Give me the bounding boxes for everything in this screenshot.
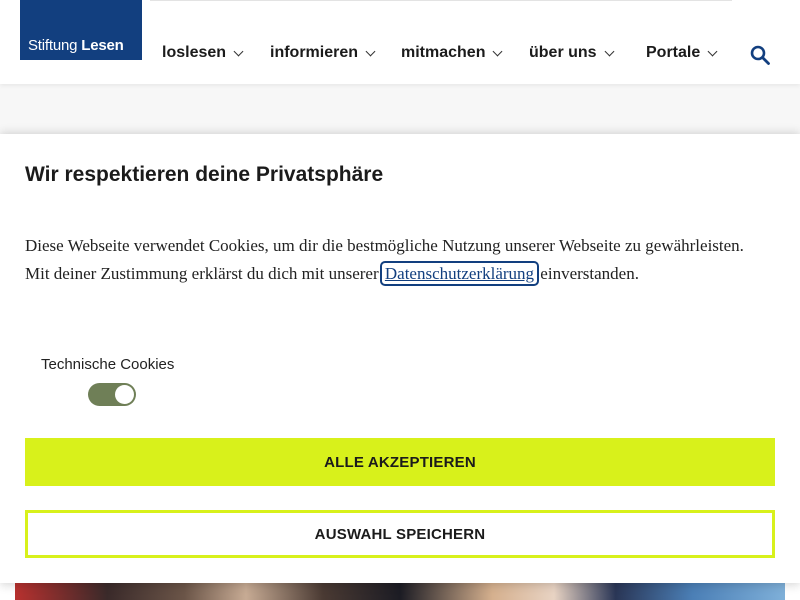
technical-cookies-label: Technische Cookies (41, 356, 175, 373)
header-divider (150, 0, 732, 1)
chevron-down-icon (707, 46, 718, 56)
chevron-down-icon (493, 46, 503, 56)
save-selection-button[interactable]: AUSWAHL SPEICHERN (25, 510, 775, 558)
nav-item-label: loslesen (162, 44, 227, 61)
dialog-text-outro: einverstanden. (540, 264, 639, 283)
page-background (0, 84, 800, 134)
nav-item-label: informieren (270, 44, 359, 61)
dialog-text: Diese Webseite verwendet Cookies, um dir… (25, 232, 755, 288)
nav-item-loslesen[interactable]: loslesen (162, 44, 244, 62)
nav-item-informieren[interactable]: informieren (270, 44, 376, 62)
site-header: Stiftung Lesen loslesen informieren mitm… (0, 0, 800, 84)
nav-item-label: mitmachen (401, 44, 486, 61)
dialog-title: Wir respektieren deine Privatsphäre (25, 163, 384, 186)
main-nav: loslesen informieren mitmachen über uns … (0, 44, 800, 66)
cookie-consent-dialog: Wir respektieren deine Privatsphäre Dies… (0, 134, 800, 583)
privacy-policy-link[interactable]: Datenschutzerklärung (379, 261, 540, 286)
nav-item-mitmachen[interactable]: mitmachen (401, 44, 503, 62)
nav-item-ueber-uns[interactable]: über uns (529, 44, 615, 62)
chevron-down-icon (604, 46, 615, 56)
nav-item-label: über uns (529, 44, 597, 61)
chevron-down-icon (365, 46, 376, 56)
nav-item-label: Portale (646, 44, 701, 61)
nav-item-portale[interactable]: Portale (646, 44, 718, 62)
toggle-knob (115, 385, 134, 404)
technical-cookies-toggle[interactable] (88, 383, 136, 406)
search-icon[interactable] (750, 45, 770, 65)
chevron-down-icon (233, 46, 244, 56)
accept-all-button[interactable]: ALLE AKZEPTIEREN (25, 438, 775, 486)
